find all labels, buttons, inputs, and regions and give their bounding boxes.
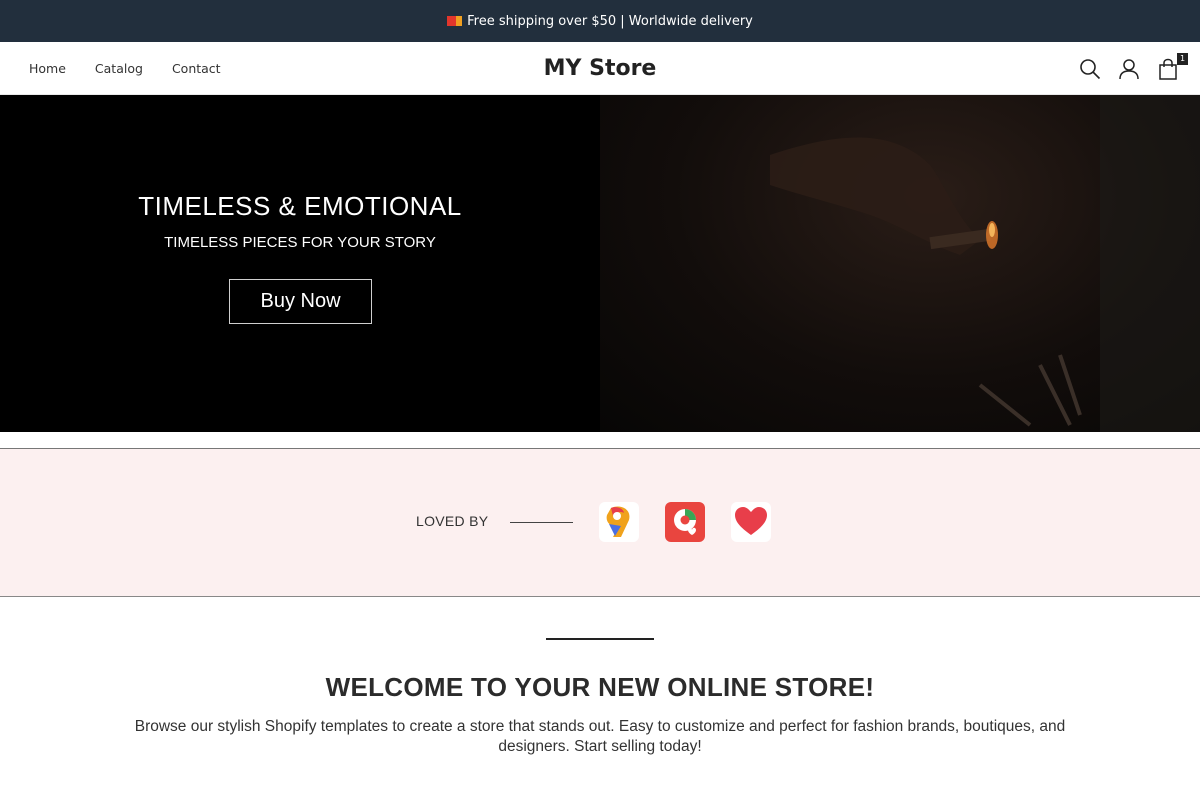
hero-title: TIMELESS & EMOTIONAL xyxy=(138,191,462,221)
welcome-rule xyxy=(546,638,654,640)
nav-link-contact[interactable]: Contact xyxy=(172,61,221,76)
account-icon[interactable] xyxy=(1115,55,1143,83)
loved-by-section: LOVED BY xyxy=(0,449,1200,597)
hero-image xyxy=(600,95,1200,432)
pin-heart-logo[interactable] xyxy=(665,502,705,542)
hero-subtitle: TIMELESS PIECES FOR YOUR STORY xyxy=(164,234,436,251)
flag-icon xyxy=(447,16,463,26)
cart-icon[interactable]: 1 xyxy=(1154,52,1188,83)
search-icon[interactable] xyxy=(1076,55,1104,83)
header-icons: 1 xyxy=(1065,42,1188,95)
nav-link-catalog[interactable]: Catalog xyxy=(95,61,143,76)
welcome-title: WELCOME TO YOUR NEW ONLINE STORE! xyxy=(325,672,875,702)
nav-link-home[interactable]: Home xyxy=(29,61,66,76)
announcement-bar: Free shipping over $50 | Worldwide deliv… xyxy=(0,0,1200,42)
welcome-description: Browse our stylish Shopify templates to … xyxy=(134,718,1066,755)
buy-now-button[interactable]: Buy Now xyxy=(229,279,372,324)
ranking-9-logo[interactable] xyxy=(599,502,639,542)
announcement-text: Free shipping over $50 | Worldwide deliv… xyxy=(467,13,753,29)
loved-by-label: LOVED BY xyxy=(416,513,489,529)
hero-text-panel: TIMELESS & EMOTIONAL TIMELESS PIECES FOR… xyxy=(0,95,600,432)
main-nav: Home Catalog Contact xyxy=(29,42,250,95)
hero-banner: TIMELESS & EMOTIONAL TIMELESS PIECES FOR… xyxy=(0,95,1200,432)
heart-logo[interactable] xyxy=(731,502,771,542)
cart-count-badge: 1 xyxy=(1177,52,1188,65)
site-header: Home Catalog Contact MY Store 1 xyxy=(0,42,1200,95)
loved-by-rule xyxy=(510,522,573,523)
